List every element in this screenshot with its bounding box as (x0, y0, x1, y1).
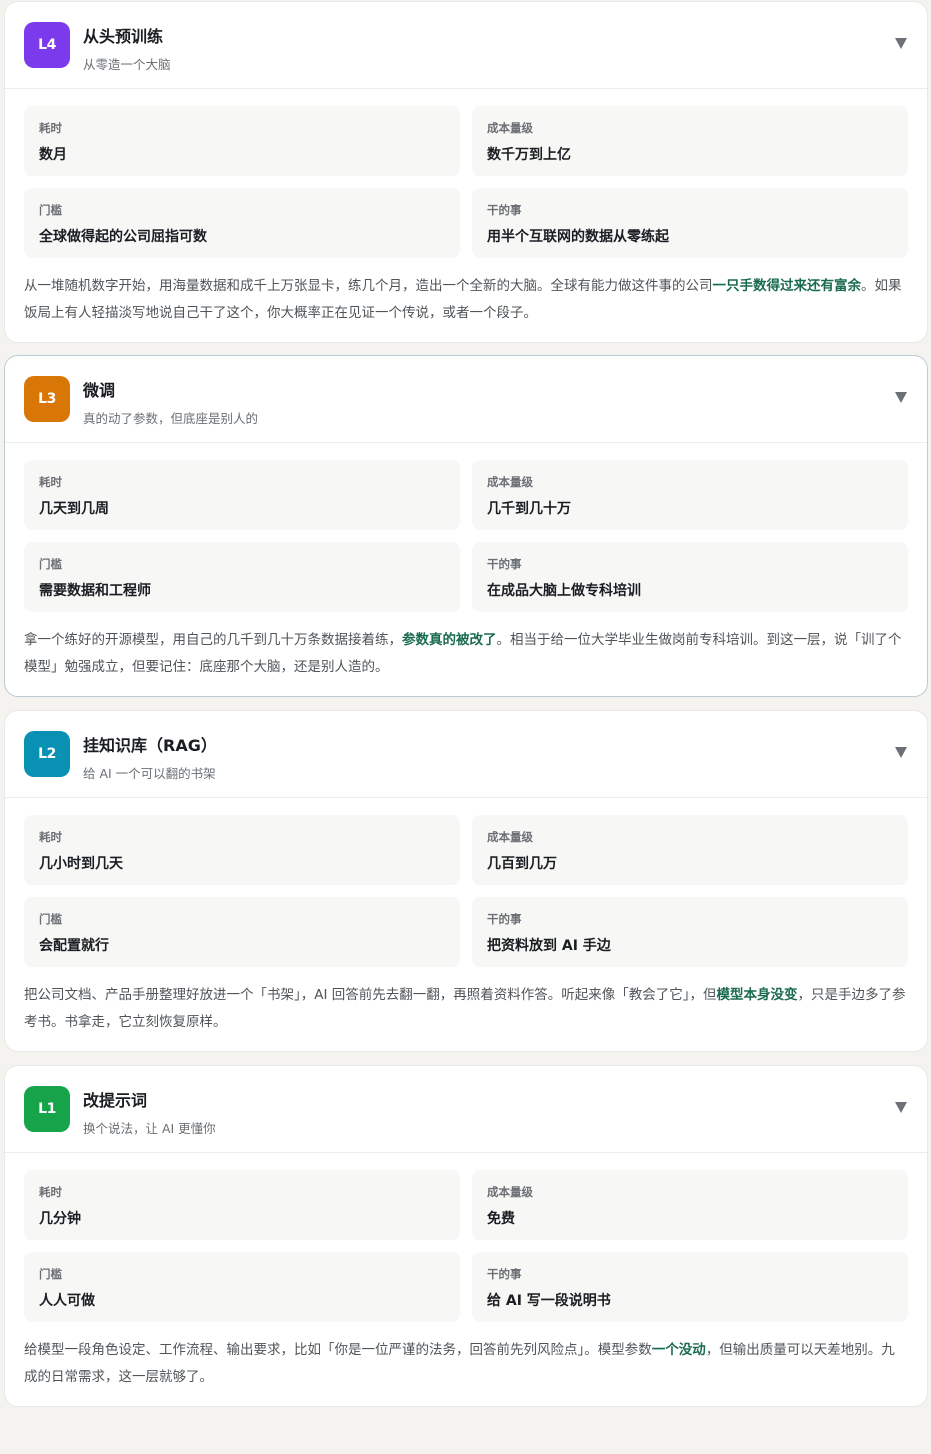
level-card-header[interactable]: L2 挂知识库（RAG） 给 AI 一个可以翻的书架 (5, 711, 927, 798)
stat-label: 成本量级 (487, 475, 533, 489)
stat-cell-cost: 成本量级 几百到几万 (472, 815, 908, 885)
level-badge: L4 (24, 22, 70, 68)
desc-highlight: 参数真的被改了 (402, 632, 497, 648)
level-badge: L3 (24, 376, 70, 422)
desc-highlight: 模型本身没变 (716, 987, 798, 1003)
stat-label: 干的事 (487, 1267, 522, 1281)
stat-cell-duration: 耗时 几分钟 (24, 1170, 460, 1240)
stat-value: 几小时到几天 (39, 856, 123, 872)
stat-label: 干的事 (487, 203, 522, 217)
stat-label: 门槛 (39, 557, 62, 571)
level-description: 拿一个练好的开源模型，用自己的几千到几十万条数据接着练，参数真的被改了。相当于给… (24, 627, 908, 680)
stat-cell-task: 干的事 把资料放到 AI 手边 (472, 897, 908, 967)
level-card-l4: L4 从头预训练 从零造一个大脑 耗时 数月 成本量级 数千万到上亿 门槛 全球… (4, 1, 928, 343)
stat-value: 几天到几周 (39, 501, 109, 517)
level-badge: L2 (24, 731, 70, 777)
level-subtitle: 真的动了参数，但底座是别人的 (83, 411, 259, 426)
stat-value: 数月 (39, 147, 67, 163)
chevron-down-icon[interactable] (895, 1102, 907, 1113)
stat-label: 耗时 (39, 830, 62, 844)
stat-value: 人人可做 (39, 1293, 95, 1309)
stat-cell-duration: 耗时 数月 (24, 106, 460, 176)
desc-text: 给模型一段角色设定、工作流程、输出要求，比如「你是一位严谨的法务，回答前先列风险… (24, 1342, 652, 1358)
stat-cell-cost: 成本量级 数千万到上亿 (472, 106, 908, 176)
stat-value: 全球做得起的公司屈指可数 (39, 229, 207, 245)
stat-label: 耗时 (39, 475, 62, 489)
level-card-l1: L1 改提示词 换个说法，让 AI 更懂你 耗时 几分钟 成本量级 免费 门槛 … (4, 1065, 928, 1407)
stat-value: 在成品大脑上做专科培训 (487, 583, 641, 599)
level-description: 把公司文档、产品手册整理好放进一个「书架」，AI 回答前先去翻一翻，再照着资料作… (24, 982, 908, 1035)
stat-cell-duration: 耗时 几小时到几天 (24, 815, 460, 885)
level-card-header[interactable]: L4 从头预训练 从零造一个大脑 (5, 2, 927, 89)
stat-cell-cost: 成本量级 几千到几十万 (472, 460, 908, 530)
stat-value: 免费 (487, 1211, 515, 1227)
desc-text: 从一堆随机数字开始，用海量数据和成千上万张显卡，练几个月，造出一个全新的大脑。全… (24, 278, 713, 294)
stat-cell-threshold: 门槛 人人可做 (24, 1252, 460, 1322)
stat-cell-threshold: 门槛 需要数据和工程师 (24, 542, 460, 612)
stat-value: 把资料放到 AI 手边 (487, 938, 611, 954)
stat-value: 会配置就行 (39, 938, 109, 954)
level-subtitle: 换个说法，让 AI 更懂你 (83, 1121, 216, 1136)
level-subtitle: 给 AI 一个可以翻的书架 (83, 766, 216, 781)
stat-label: 耗时 (39, 121, 62, 135)
stat-label: 门槛 (39, 203, 62, 217)
level-title: 改提示词 (83, 1091, 148, 1110)
stat-value: 数千万到上亿 (487, 147, 571, 163)
desc-text: 拿一个练好的开源模型，用自己的几千到几十万条数据接着练， (24, 632, 402, 648)
stat-label: 门槛 (39, 912, 62, 926)
level-title: 微调 (83, 381, 116, 400)
desc-text: 把公司文档、产品手册整理好放进一个「书架」，AI 回答前先去翻一翻，再照着资料作… (24, 987, 717, 1003)
level-card-header[interactable]: L1 改提示词 换个说法，让 AI 更懂你 (5, 1066, 927, 1153)
level-title: 挂知识库（RAG） (83, 736, 217, 755)
desc-highlight: 一只手数得过来还有富余 (712, 278, 862, 294)
stat-value: 需要数据和工程师 (39, 583, 151, 599)
stat-value: 几千到几十万 (487, 501, 571, 517)
stat-cell-cost: 成本量级 免费 (472, 1170, 908, 1240)
stat-cell-threshold: 门槛 会配置就行 (24, 897, 460, 967)
level-description: 给模型一段角色设定、工作流程、输出要求，比如「你是一位严谨的法务，回答前先列风险… (24, 1337, 908, 1390)
stat-cell-threshold: 门槛 全球做得起的公司屈指可数 (24, 188, 460, 258)
level-card-header[interactable]: L3 微调 真的动了参数，但底座是别人的 (5, 356, 927, 443)
stat-label: 成本量级 (487, 121, 533, 135)
stat-value: 给 AI 写一段说明书 (487, 1293, 611, 1309)
stat-label: 干的事 (487, 557, 522, 571)
level-subtitle: 从零造一个大脑 (83, 57, 171, 72)
stat-value: 几分钟 (39, 1211, 81, 1227)
level-badge: L1 (24, 1086, 70, 1132)
level-title: 从头预训练 (83, 27, 164, 46)
stat-cell-task: 干的事 给 AI 写一段说明书 (472, 1252, 908, 1322)
stat-label: 成本量级 (487, 1185, 533, 1199)
stat-label: 干的事 (487, 912, 522, 926)
desc-highlight: 一个没动 (651, 1342, 706, 1358)
chevron-down-icon[interactable] (895, 747, 907, 758)
stat-label: 成本量级 (487, 830, 533, 844)
stat-cell-task: 干的事 在成品大脑上做专科培训 (472, 542, 908, 612)
chevron-down-icon[interactable] (895, 38, 907, 49)
stat-cell-duration: 耗时 几天到几周 (24, 460, 460, 530)
stat-label: 耗时 (39, 1185, 62, 1199)
level-card-l3: L3 微调 真的动了参数，但底座是别人的 耗时 几天到几周 成本量级 几千到几十… (4, 355, 928, 697)
stat-label: 门槛 (39, 1267, 62, 1281)
stat-value: 用半个互联网的数据从零练起 (487, 229, 669, 245)
level-card-l2: L2 挂知识库（RAG） 给 AI 一个可以翻的书架 耗时 几小时到几天 成本量… (4, 710, 928, 1052)
chevron-down-icon[interactable] (895, 392, 907, 403)
stat-cell-task: 干的事 用半个互联网的数据从零练起 (472, 188, 908, 258)
level-description: 从一堆随机数字开始，用海量数据和成千上万张显卡，练几个月，造出一个全新的大脑。全… (24, 273, 908, 326)
stat-value: 几百到几万 (487, 856, 557, 872)
